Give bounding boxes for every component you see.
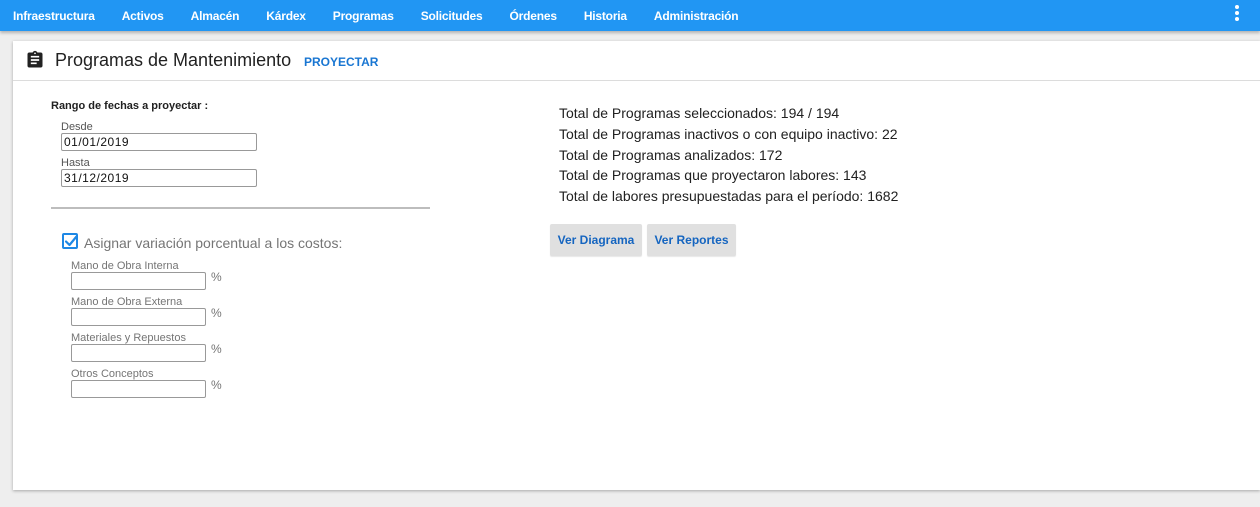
from-date-label: Desde bbox=[61, 121, 93, 133]
external-labor-label: Mano de Obra Externa bbox=[71, 296, 183, 308]
card-header: Programas de Mantenimiento PROYECTAR bbox=[13, 41, 1260, 81]
nav-item-almacen[interactable]: Almacén bbox=[191, 9, 240, 23]
from-date-input[interactable] bbox=[61, 133, 257, 151]
nav-item-solicitudes[interactable]: Solicitudes bbox=[421, 9, 483, 23]
main-card: Programas de Mantenimiento PROYECTAR Ran… bbox=[13, 41, 1260, 490]
other-concepts-label: Otros Conceptos bbox=[71, 368, 154, 380]
more-vert-icon[interactable] bbox=[1234, 5, 1240, 23]
stat-inactive-programs: Total de Programas inactivos o con equip… bbox=[559, 126, 898, 142]
nav-item-ordenes[interactable]: Órdenes bbox=[510, 9, 557, 23]
cost-variation-label: Asignar variación porcentual a los costo… bbox=[84, 235, 343, 251]
other-concepts-input[interactable] bbox=[71, 380, 206, 398]
external-labor-input[interactable] bbox=[71, 308, 206, 326]
internal-labor-unit: % bbox=[211, 270, 222, 284]
internal-labor-input[interactable] bbox=[71, 272, 206, 290]
materials-input[interactable] bbox=[71, 344, 206, 362]
nav-item-kardex[interactable]: Kárdex bbox=[266, 9, 306, 23]
nav-item-programas[interactable]: Programas bbox=[333, 9, 394, 23]
stat-budgeted-tasks: Total de labores presupuestadas para el … bbox=[559, 188, 899, 204]
view-diagram-button[interactable]: Ver Diagrama bbox=[550, 224, 642, 256]
page-title: Programas de Mantenimiento bbox=[55, 50, 292, 70]
internal-labor-label: Mano de Obra Interna bbox=[71, 260, 179, 272]
to-date-label: Hasta bbox=[61, 157, 90, 169]
materials-unit: % bbox=[211, 342, 222, 356]
nav-item-historia[interactable]: Historia bbox=[584, 9, 627, 23]
check-icon bbox=[64, 235, 78, 247]
stat-selected-programs: Total de Programas seleccionados: 194 / … bbox=[559, 105, 840, 121]
view-reports-button[interactable]: Ver Reportes bbox=[647, 224, 736, 256]
date-range-title: Rango de fechas a proyectar : bbox=[51, 100, 209, 112]
top-navigation-bar: Infraestructura Activos Almacén Kárdex P… bbox=[0, 0, 1260, 31]
stat-analyzed-programs: Total de Programas analizados: 172 bbox=[559, 147, 783, 163]
stat-projected-programs: Total de Programas que proyectaron labor… bbox=[559, 167, 867, 183]
to-date-input[interactable] bbox=[61, 169, 257, 187]
main-nav: Infraestructura Activos Almacén Kárdex P… bbox=[0, 0, 765, 31]
clipboard-icon bbox=[27, 50, 43, 68]
other-concepts-unit: % bbox=[211, 378, 222, 392]
materials-label: Materiales y Repuestos bbox=[71, 332, 186, 344]
nav-item-activos[interactable]: Activos bbox=[122, 9, 164, 23]
nav-item-administracion[interactable]: Administración bbox=[654, 9, 739, 23]
external-labor-unit: % bbox=[211, 306, 222, 320]
cost-variation-checkbox[interactable] bbox=[62, 233, 78, 249]
section-divider bbox=[51, 207, 430, 209]
nav-item-infraestructura[interactable]: Infraestructura bbox=[13, 9, 95, 23]
proyectar-button[interactable]: PROYECTAR bbox=[304, 55, 378, 69]
